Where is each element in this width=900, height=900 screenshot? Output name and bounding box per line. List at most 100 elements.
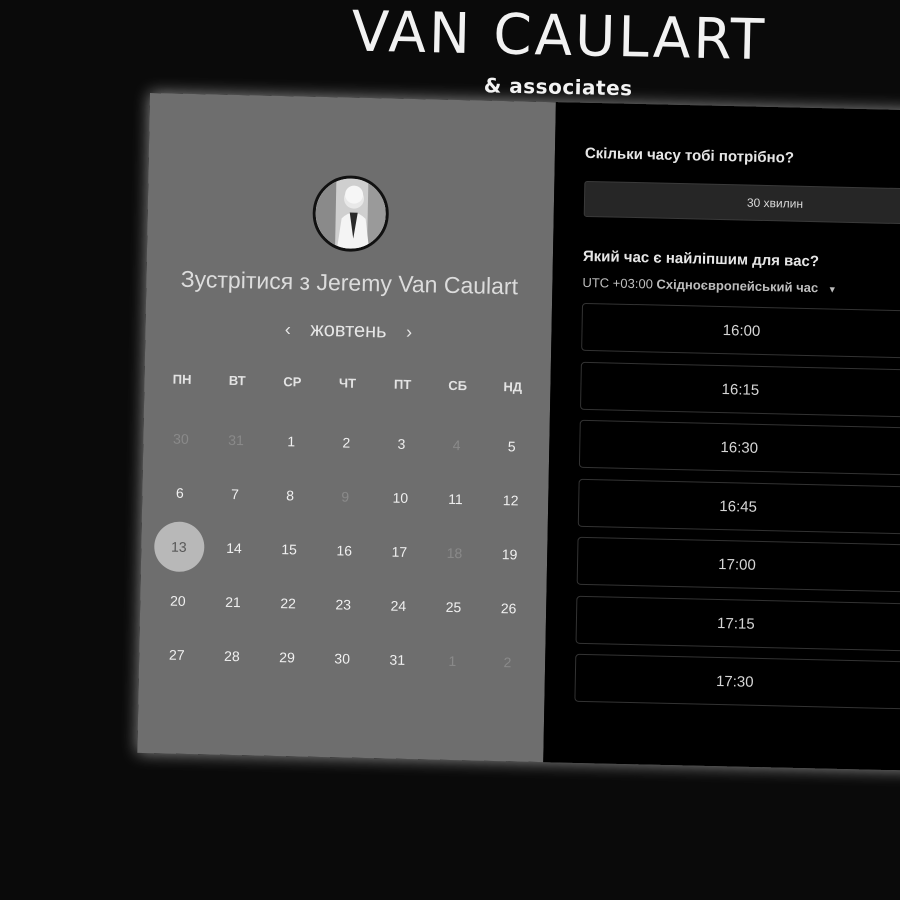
time-slot[interactable]: 17:00 xyxy=(576,536,900,594)
calendar-day-number: 17 xyxy=(391,543,408,560)
calendar-day-number: 31 xyxy=(389,651,406,668)
calendar-day-number: 30 xyxy=(172,430,189,447)
calendar-day[interactable]: 5 xyxy=(484,429,540,464)
calendar-week: 6 7 8 9 10 11 12 xyxy=(152,475,539,538)
calendar-day[interactable]: 16 xyxy=(316,533,372,568)
calendar-week: 27 28 29 30 31 1 2 xyxy=(149,637,536,700)
calendar-day-number: 16 xyxy=(336,542,353,559)
calendar-day[interactable]: 2 xyxy=(318,425,374,460)
calendar-day-number: 5 xyxy=(507,438,516,455)
calendar-day[interactable]: 30 xyxy=(314,641,370,676)
weekday-label: ПН xyxy=(172,371,192,388)
calendar-day[interactable]: 19 xyxy=(482,537,538,572)
calendar-day-number: 15 xyxy=(281,541,298,558)
calendar-day-selected[interactable]: 13 xyxy=(151,529,207,564)
calendar-day-number: 3 xyxy=(397,435,406,452)
time-slot[interactable]: 16:00 xyxy=(581,302,900,360)
calendar-day-number: 7 xyxy=(230,485,240,503)
calendar-day: 18 xyxy=(427,535,483,570)
scheduler-card: Зустрітися з Jeremy Van Caulart ‹ жовтен… xyxy=(137,93,900,772)
weekday-label: ВТ xyxy=(228,372,246,389)
calendar-day[interactable]: 15 xyxy=(261,532,317,567)
calendar-day[interactable]: 25 xyxy=(426,589,482,624)
time-slot-list: 16:00 16:15 16:30 16:45 17:00 17:15 17:3… xyxy=(574,302,900,721)
timezone-select[interactable]: UTC +03:00 Східноєвропейський час ▼ xyxy=(582,275,837,296)
calendar-day-number: 26 xyxy=(500,600,517,617)
calendar-day-number: 8 xyxy=(286,487,295,504)
weekday-label: СР xyxy=(283,374,302,390)
calendar-day-number: 6 xyxy=(175,484,184,501)
calendar-day-number: 12 xyxy=(502,492,519,509)
calendar-day[interactable]: 11 xyxy=(428,481,484,516)
time-slot[interactable]: 17:15 xyxy=(575,595,900,652)
calendar-day-number: 20 xyxy=(169,592,186,609)
calendar-day-number: 13 xyxy=(170,538,187,555)
weekday-label: ЧТ xyxy=(338,375,357,391)
calendar-day[interactable]: 14 xyxy=(206,530,262,565)
calendar-week: 13 14 15 16 17 18 19 xyxy=(151,529,538,592)
calendar-day[interactable]: 31 xyxy=(369,642,425,677)
calendar-day-number: 9 xyxy=(341,488,350,505)
calendar-day-number: 1 xyxy=(287,433,296,450)
time-slot[interactable]: 17:30 xyxy=(574,653,900,711)
calendar-day[interactable]: 29 xyxy=(259,640,315,675)
calendar-day: 9 xyxy=(317,479,373,514)
calendar-week: 20 21 22 23 24 25 26 xyxy=(150,583,537,646)
calendar-day[interactable]: 6 xyxy=(152,475,208,510)
chevron-left-icon[interactable]: ‹ xyxy=(271,319,305,341)
calendar-week: 30 31 1 2 3 4 5 xyxy=(153,421,540,484)
calendar-day[interactable]: 23 xyxy=(315,587,371,622)
calendar-day[interactable]: 22 xyxy=(260,586,316,621)
duration-select[interactable]: 30 хвилин xyxy=(583,180,900,226)
time-slot[interactable]: 16:15 xyxy=(580,361,900,418)
brand-logo: VAN CAULART & associates xyxy=(328,0,790,110)
calendar-day-number: 18 xyxy=(446,544,463,562)
caret-down-icon: ▼ xyxy=(827,284,837,295)
calendar-day-number: 28 xyxy=(223,647,240,665)
meeting-title: Зустрітися з Jeremy Van Caulart xyxy=(180,265,519,300)
calendar-day-number: 14 xyxy=(226,539,242,557)
calendar-day[interactable]: 20 xyxy=(150,583,206,618)
calendar-day: 30 xyxy=(153,421,209,456)
calendar-day[interactable]: 7 xyxy=(207,476,263,511)
calendar-day[interactable]: 26 xyxy=(481,591,537,626)
time-question: Який час є найліпшим для вас? xyxy=(582,247,820,271)
calendar-day-number: 10 xyxy=(392,489,409,506)
time-slot[interactable]: 16:30 xyxy=(578,419,900,477)
calendar-day[interactable]: 17 xyxy=(371,534,427,569)
avatar xyxy=(312,174,390,253)
calendar-day[interactable]: 24 xyxy=(370,588,426,623)
calendar-day[interactable]: 8 xyxy=(262,478,318,513)
weekday-header: ПН ВТ СР ЧТ ПТ СБ НД xyxy=(144,371,550,395)
calendar-day-number: 27 xyxy=(168,646,185,663)
calendar-grid: 30 31 1 2 3 4 5 6 7 8 9 10 11 12 13 14 15 16 17 18 19 20 21 22 2… xyxy=(139,421,550,700)
month-label: жовтень xyxy=(310,318,387,343)
calendar-day-number: 31 xyxy=(228,431,245,449)
calendar-day[interactable]: 10 xyxy=(373,480,429,515)
calendar-day-number: 11 xyxy=(448,490,463,508)
month-navigation: ‹ жовтень › xyxy=(145,315,551,347)
calendar-day[interactable]: 21 xyxy=(205,584,261,619)
calendar-day-number: 21 xyxy=(225,593,241,611)
calendar-day[interactable]: 12 xyxy=(483,483,539,518)
calendar-day-number: 19 xyxy=(501,546,518,563)
calendar-day[interactable]: 27 xyxy=(149,637,205,672)
calendar-day-number: 4 xyxy=(452,436,461,454)
calendar-day[interactable]: 3 xyxy=(374,426,430,461)
calendar-day-number: 25 xyxy=(445,598,462,616)
calendar-panel: Зустрітися з Jeremy Van Caulart ‹ жовтен… xyxy=(137,93,556,763)
calendar-day-number: 22 xyxy=(280,595,297,612)
time-slot[interactable]: 16:45 xyxy=(577,478,900,535)
weekday-label: СБ xyxy=(448,377,468,394)
calendar-day: 1 xyxy=(425,643,481,678)
calendar-day: 31 xyxy=(208,422,264,457)
chevron-right-icon[interactable]: › xyxy=(392,322,426,344)
calendar-day[interactable]: 28 xyxy=(204,638,260,673)
calendar-day: 2 xyxy=(480,645,536,680)
duration-question: Скільки часу тобі потрібно? xyxy=(584,144,795,167)
weekday-label: НД xyxy=(503,379,523,395)
brand-name: VAN CAULART xyxy=(350,0,768,74)
calendar-day[interactable]: 1 xyxy=(263,424,319,459)
calendar-day-number: 1 xyxy=(448,652,457,670)
time-panel: Скільки часу тобі потрібно? 30 хвилин Як… xyxy=(543,102,900,772)
